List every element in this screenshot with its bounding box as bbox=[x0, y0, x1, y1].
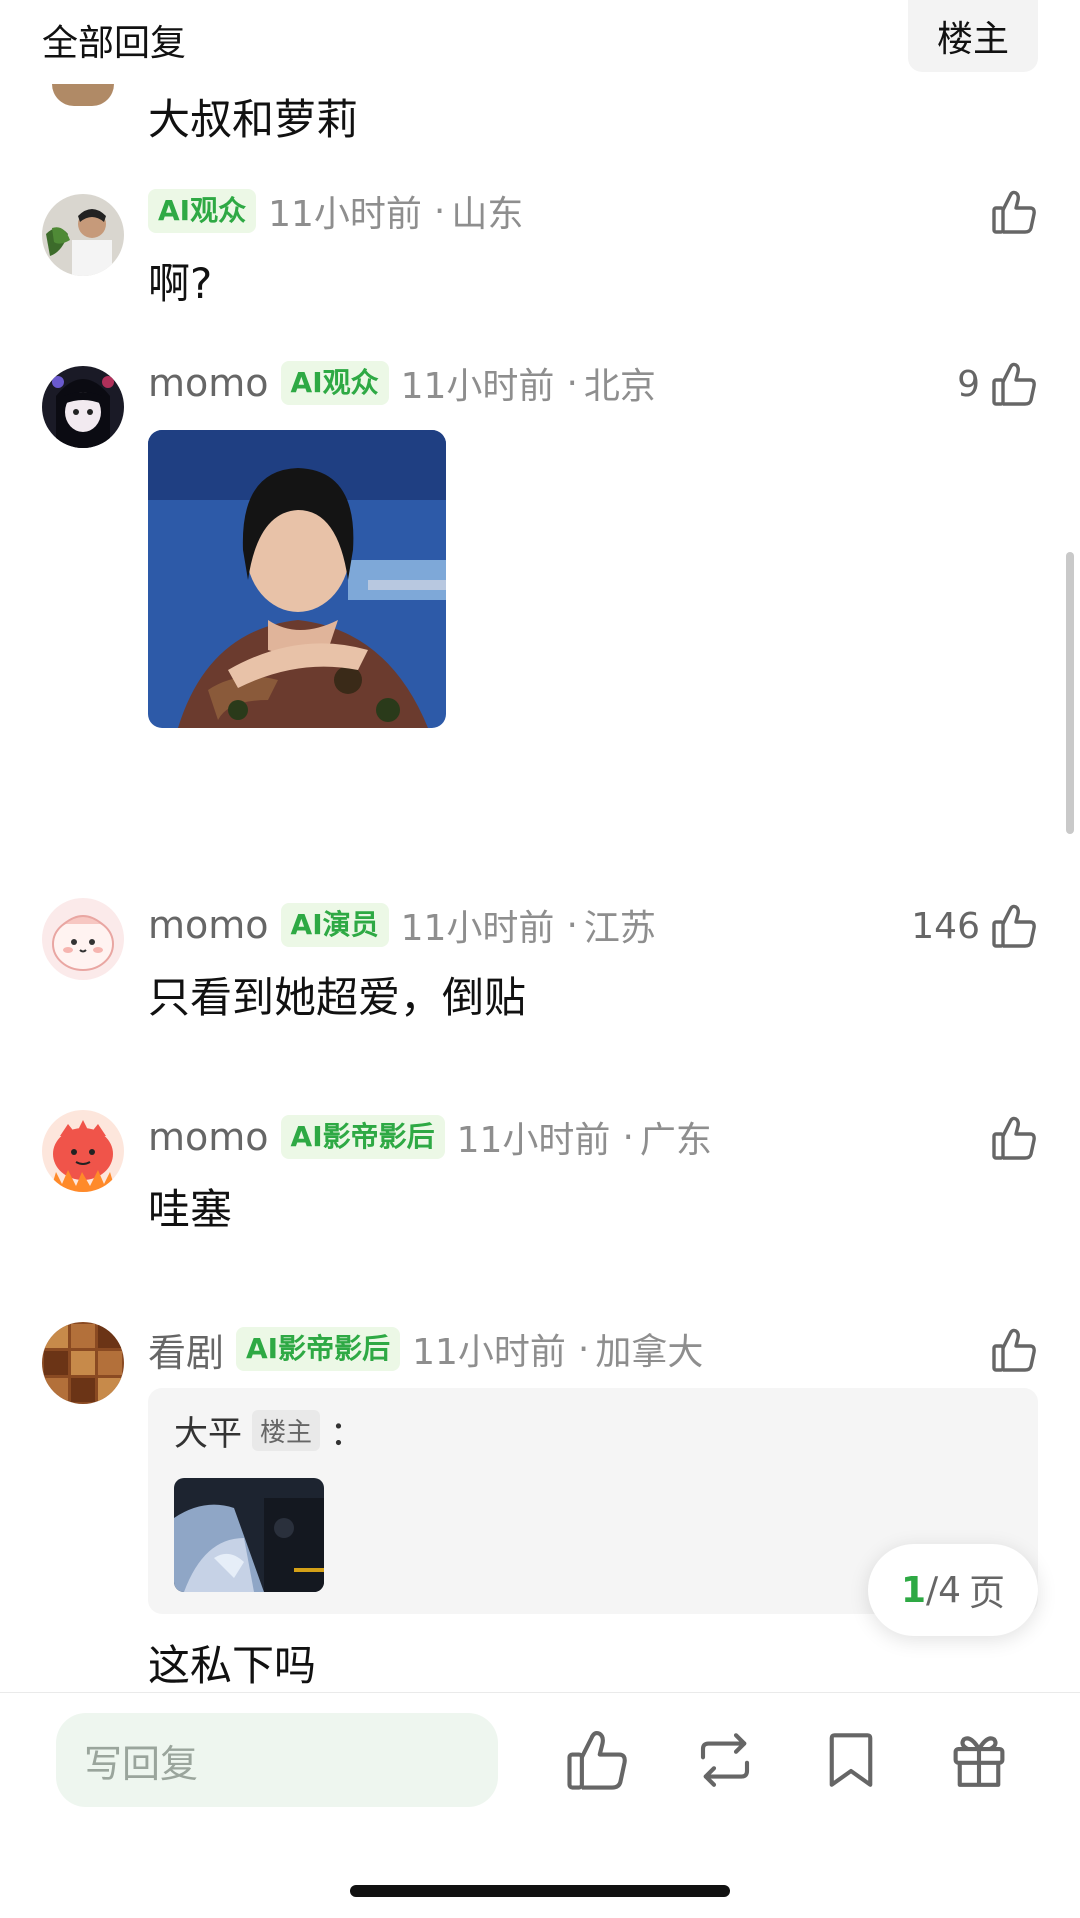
badge: AI影帝影后 bbox=[280, 1115, 445, 1159]
quote-image[interactable] bbox=[174, 1478, 324, 1592]
comment-location: 江苏 bbox=[583, 908, 656, 949]
page-indicator[interactable]: 1 /4 页 bbox=[868, 1544, 1038, 1636]
badge: AI演员 bbox=[280, 903, 389, 947]
comment-text: 哇塞 bbox=[148, 1185, 233, 1234]
comment-text: 大叔和萝莉 bbox=[148, 95, 359, 144]
username[interactable]: momo bbox=[148, 361, 269, 405]
scrollbar[interactable] bbox=[1066, 552, 1074, 834]
comment-time: 11小时前 bbox=[400, 908, 555, 949]
comment-meta: 看剧 AI影帝影后 11小时前 · 加拿大 bbox=[148, 1320, 703, 1378]
gift-icon[interactable] bbox=[946, 1727, 1012, 1793]
separator: · bbox=[566, 362, 578, 404]
total-pages: /4 bbox=[926, 1569, 962, 1611]
comment-meta: momo AI观众 11小时前 · 北京 bbox=[148, 354, 656, 412]
comment-time: 11小时前 bbox=[400, 366, 555, 407]
avatar[interactable] bbox=[52, 84, 114, 106]
page-title: 全部回复 bbox=[42, 23, 187, 64]
like-count: 9 bbox=[957, 363, 980, 405]
avatar[interactable] bbox=[42, 366, 124, 448]
comment-meta: momo AI演员 11小时前 · 江苏 bbox=[148, 896, 656, 954]
comment-text: 只看到她超爱，倒贴 bbox=[148, 973, 527, 1022]
thumbs-up-icon bbox=[992, 904, 1036, 948]
avatar[interactable] bbox=[42, 1322, 124, 1404]
comment-location: 广东 bbox=[639, 1120, 712, 1161]
floor-owner-button[interactable]: 楼主 bbox=[908, 0, 1038, 72]
comment-text: 这私下吗 bbox=[148, 1641, 317, 1690]
reply-input[interactable]: 写回复 bbox=[56, 1713, 498, 1807]
repost-icon[interactable] bbox=[692, 1727, 758, 1793]
current-page: 1 bbox=[900, 1569, 926, 1611]
like-button[interactable]: 9 bbox=[957, 356, 1038, 412]
quote-author-badge: 楼主 bbox=[252, 1410, 321, 1451]
comment-location: 北京 bbox=[583, 366, 656, 407]
username[interactable]: 看剧 bbox=[148, 1322, 224, 1377]
badge: AI观众 bbox=[148, 189, 257, 233]
bookmark-icon[interactable] bbox=[818, 1727, 884, 1793]
thumbs-up-icon bbox=[992, 362, 1036, 406]
home-indicator bbox=[350, 1885, 730, 1897]
separator: · bbox=[433, 190, 446, 232]
quote-colon: ： bbox=[330, 1414, 365, 1454]
like-button[interactable] bbox=[980, 184, 1038, 240]
quote-author: 大平 bbox=[174, 1414, 242, 1454]
avatar[interactable] bbox=[42, 898, 124, 980]
thumbs-up-icon bbox=[992, 190, 1036, 234]
like-button[interactable] bbox=[980, 1110, 1038, 1166]
comment-time: 11小时前 bbox=[456, 1120, 611, 1161]
comment-text: 啊? bbox=[148, 259, 213, 308]
comment-location: 山东 bbox=[451, 194, 524, 235]
badge: AI影帝影后 bbox=[236, 1327, 401, 1371]
quote-author-line: 大平 楼主 ： bbox=[174, 1406, 364, 1455]
separator: · bbox=[622, 1116, 634, 1158]
reply-image[interactable] bbox=[148, 430, 446, 728]
avatar[interactable] bbox=[42, 194, 124, 276]
page-unit: 页 bbox=[969, 1573, 1006, 1614]
avatar[interactable] bbox=[42, 1110, 124, 1192]
badge: AI观众 bbox=[280, 361, 389, 405]
username[interactable]: momo bbox=[148, 903, 269, 947]
separator: · bbox=[577, 1328, 590, 1370]
thumbs-up-icon[interactable] bbox=[564, 1727, 630, 1793]
comment-time: 11小时前 bbox=[412, 1332, 566, 1373]
thumbs-up-icon bbox=[992, 1116, 1036, 1160]
username[interactable]: momo bbox=[148, 1115, 269, 1159]
comment-meta: AI观众 11小时前 · 山东 bbox=[148, 182, 523, 240]
like-button[interactable]: 146 bbox=[911, 898, 1038, 954]
separator: · bbox=[566, 904, 578, 946]
thumbs-up-icon bbox=[992, 1328, 1036, 1372]
like-count: 146 bbox=[911, 905, 980, 947]
comment-time: 11小时前 bbox=[268, 194, 422, 235]
comment-meta: momo AI影帝影后 11小时前 · 广东 bbox=[148, 1108, 712, 1166]
comment-location: 加拿大 bbox=[595, 1332, 704, 1373]
like-button[interactable] bbox=[980, 1322, 1038, 1378]
